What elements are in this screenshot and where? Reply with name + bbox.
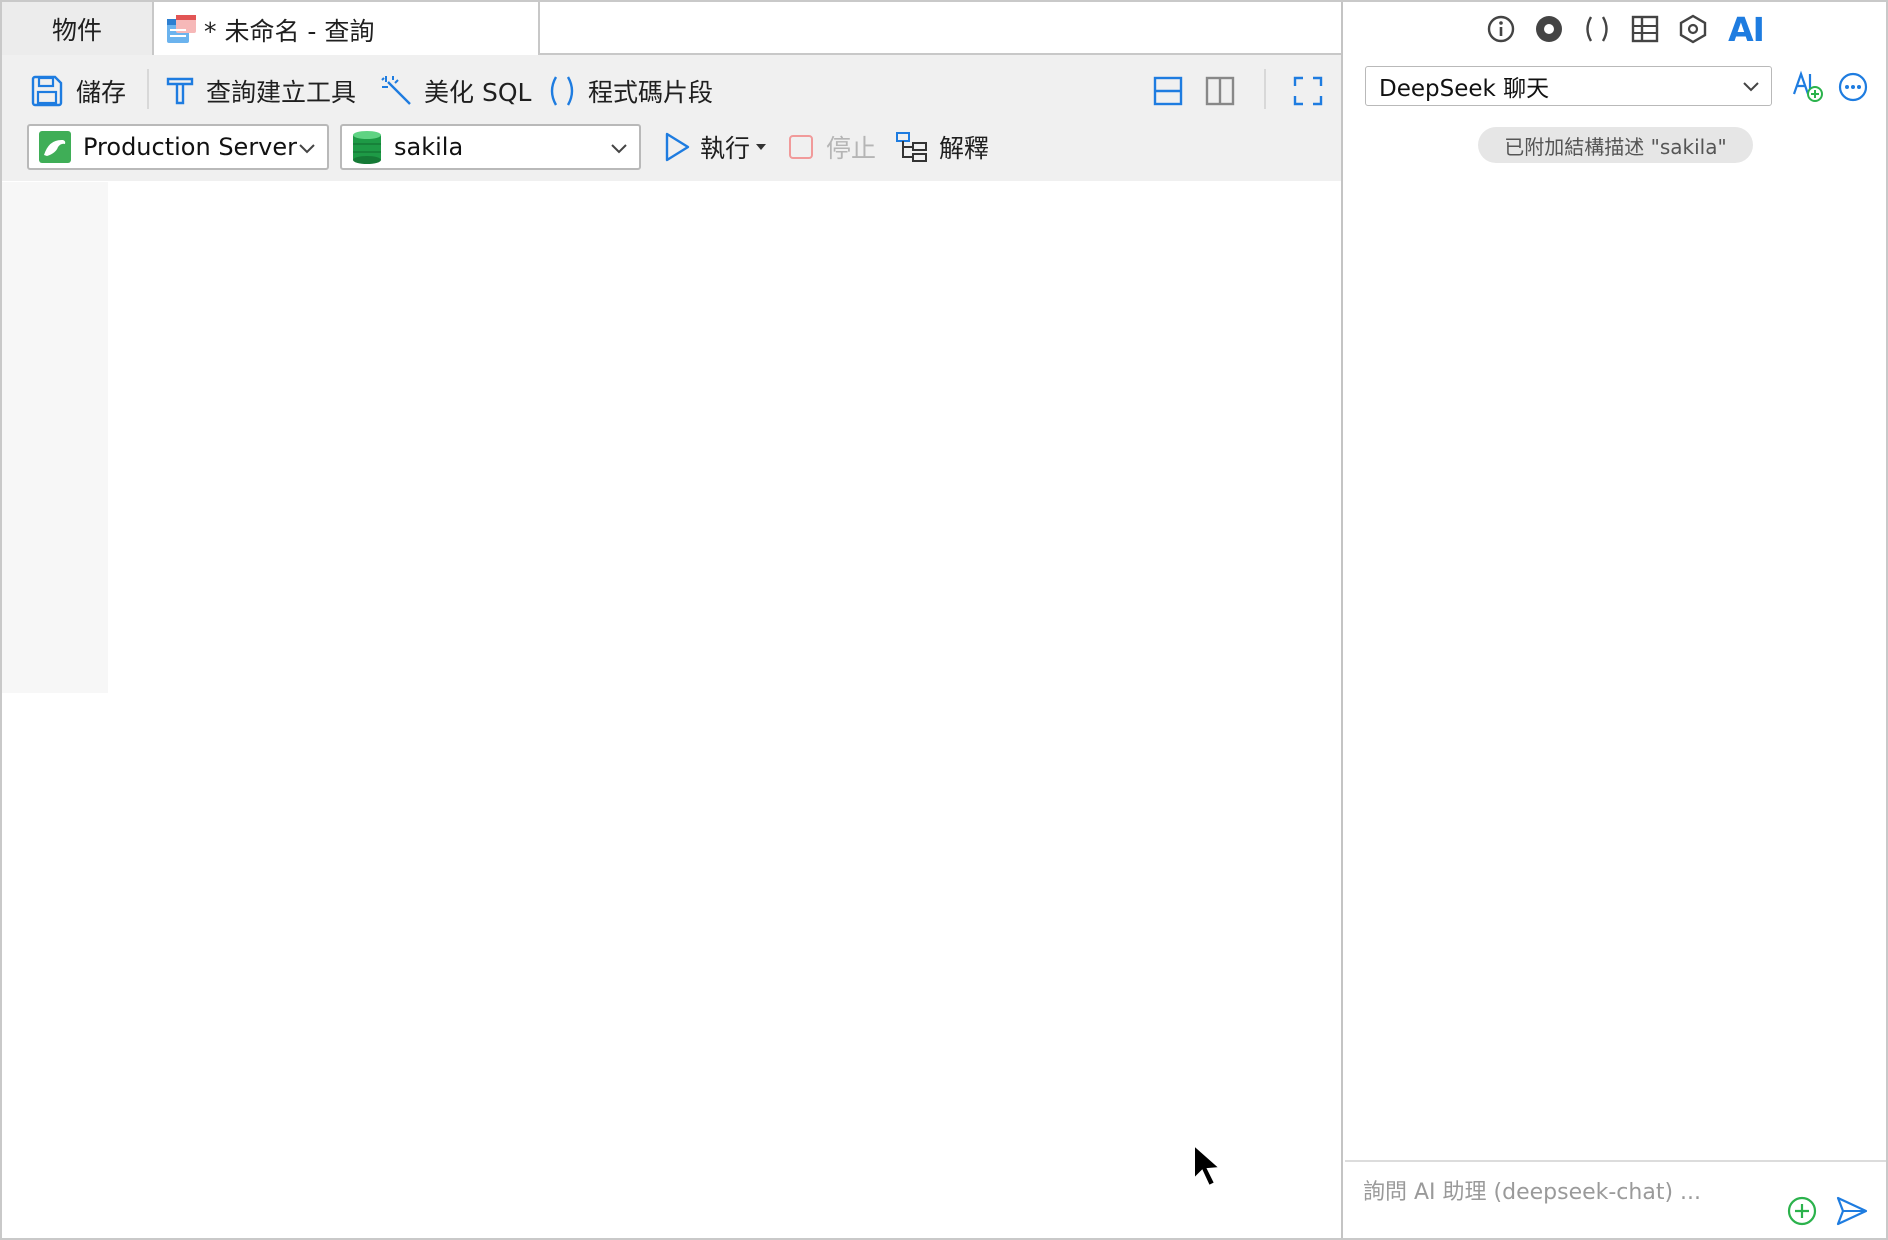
mariadb-seal-icon [39, 131, 71, 163]
grid-icon [1631, 15, 1659, 43]
new-ai-chat-button[interactable] [1790, 70, 1824, 104]
ai-assistant-panel: AI DeepSeek 聊天 已附加結構描述 "sakila" 詢問 AI 助理… [1345, 2, 1886, 1238]
tab-objects-label: 物件 [51, 15, 102, 45]
stop-button[interactable]: 停止 [788, 127, 876, 167]
plus-circle-icon [1787, 1196, 1817, 1226]
split-vertical-button[interactable] [1204, 71, 1236, 111]
chevron-down-icon [611, 144, 627, 154]
chevron-down-icon [299, 144, 315, 154]
hexagon-icon [1679, 14, 1707, 44]
ai-add-icon [1792, 70, 1823, 102]
split-horizontal-button[interactable] [1152, 71, 1184, 111]
tab-query-label: * 未命名 - 查詢 [204, 16, 375, 46]
preview-tab-button[interactable] [1532, 12, 1566, 46]
connection-select-value: Production Server [83, 133, 298, 161]
run-button[interactable]: 執行 [662, 127, 767, 167]
query-editor-pane: 物件 * 未命名 - 查詢 儲存 查詢建立工具 美化 SQL 程式碼片段 Pro… [2, 2, 1343, 1238]
stop-label: 停止 [826, 134, 877, 163]
explain-label: 解釋 [939, 134, 990, 163]
query-builder-icon [166, 77, 194, 105]
ai-prompt-input[interactable] [1363, 1174, 1763, 1210]
ai-model-select-value: DeepSeek 聊天 [1379, 76, 1550, 102]
object-tab-button[interactable] [1676, 12, 1710, 46]
query-toolbar: 儲存 查詢建立工具 美化 SQL 程式碼片段 Production Server… [2, 55, 1341, 181]
run-label: 執行 [700, 134, 751, 163]
caret-down-icon [756, 144, 767, 150]
attached-schema-chip: 已附加結構描述 "sakila" [1478, 127, 1753, 163]
send-button[interactable] [1835, 1194, 1869, 1228]
attach-button[interactable] [1785, 1194, 1819, 1228]
database-select-value: sakila [394, 133, 464, 161]
line-number-gutter [2, 182, 108, 693]
magic-wand-icon [381, 76, 411, 105]
panel-switcher: AI [1345, 2, 1886, 57]
parentheses-icon [1586, 16, 1608, 42]
play-icon [665, 132, 690, 162]
database-select[interactable]: sakila [340, 124, 641, 170]
more-options-button[interactable] [1836, 70, 1870, 104]
ai-model-select[interactable]: DeepSeek 聊天 [1365, 66, 1772, 106]
tab-objects[interactable]: 物件 [2, 2, 154, 55]
send-icon [1836, 1196, 1868, 1226]
snippets-tab-button[interactable] [1580, 12, 1614, 46]
tab-bar: 物件 * 未命名 - 查詢 [2, 2, 1341, 57]
ai-tab-button[interactable]: AI [1726, 9, 1766, 49]
query-builder-button[interactable]: 查詢建立工具 [164, 71, 356, 111]
beautify-sql-button[interactable]: 美化 SQL [380, 71, 531, 111]
save-label: 儲存 [76, 78, 127, 107]
ai-icon: AI [1728, 9, 1765, 49]
more-icon [1838, 72, 1868, 102]
query-builder-label: 查詢建立工具 [206, 78, 357, 107]
explain-tree-icon [896, 132, 927, 162]
fullscreen-icon [1293, 76, 1323, 106]
connection-select[interactable]: Production Server [27, 124, 329, 170]
explain-button[interactable]: 解釋 [895, 127, 989, 167]
code-snippets-label: 程式碼片段 [588, 78, 714, 107]
sql-editor[interactable] [108, 182, 1341, 1238]
tab-query[interactable]: * 未命名 - 查詢 [154, 2, 540, 57]
split-vertical-icon [1205, 76, 1235, 106]
toolbar-divider [1264, 69, 1266, 109]
code-snippets-button[interactable]: 程式碼片段 [546, 71, 713, 111]
query-tab-icon [164, 13, 198, 47]
app-window: 物件 * 未命名 - 查詢 儲存 查詢建立工具 美化 SQL 程式碼片段 Pro… [0, 0, 1888, 1240]
split-horizontal-icon [1153, 76, 1183, 106]
info-icon [1487, 15, 1515, 43]
parentheses-icon [550, 76, 574, 106]
info-tab-button[interactable] [1484, 12, 1518, 46]
eye-icon [1536, 16, 1562, 42]
toolbar-divider [147, 69, 149, 109]
mouse-cursor [1193, 1143, 1223, 1188]
attached-schema-label: 已附加結構描述 "sakila" [1504, 134, 1727, 159]
stop-icon [789, 135, 813, 159]
save-icon [31, 75, 63, 107]
layout-tab-button[interactable] [1628, 12, 1662, 46]
ai-composer [1345, 1160, 1886, 1238]
database-icon [353, 131, 381, 164]
save-button[interactable]: 儲存 [30, 71, 126, 111]
chevron-down-icon [1743, 82, 1759, 92]
fullscreen-button[interactable] [1292, 71, 1324, 111]
beautify-sql-label: 美化 SQL [424, 78, 532, 107]
